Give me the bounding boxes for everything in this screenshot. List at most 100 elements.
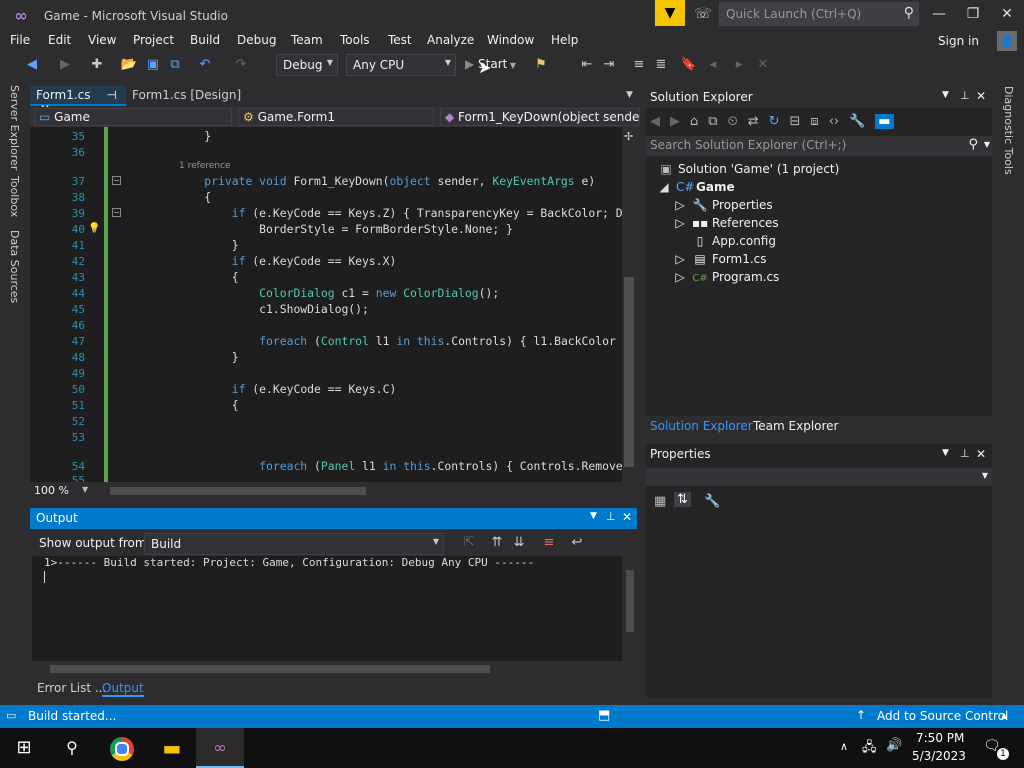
volume-icon[interactable]: 🔊 — [886, 738, 902, 753]
chevron-down-icon[interactable]: ▼ — [984, 140, 990, 149]
open-file-icon[interactable]: 📂 — [120, 56, 138, 74]
pin-icon[interactable]: ⊥ — [960, 89, 970, 102]
refresh-icon[interactable]: ↻ — [769, 114, 780, 129]
save-icon[interactable]: ▣ — [144, 56, 162, 74]
toolbox-tab[interactable]: Toolbox — [8, 176, 21, 217]
menu-view[interactable]: View — [88, 33, 116, 47]
tab-overflow-icon[interactable]: ▼ — [626, 90, 633, 100]
alphabetical-icon[interactable]: ⇅ — [674, 492, 691, 507]
pin-icon[interactable]: ⊥ — [960, 447, 970, 460]
forward-icon[interactable]: ▶ — [670, 114, 680, 129]
next-message-icon[interactable]: ⇊ — [510, 534, 528, 552]
tab-solution-explorer[interactable]: Solution Explorer — [650, 419, 753, 433]
output-horizontal-scrollbar[interactable] — [34, 663, 620, 675]
network-icon[interactable]: 🖧 — [862, 738, 877, 760]
quick-launch-input[interactable]: Quick Launch (Ctrl+Q) ⚲ — [719, 2, 919, 26]
menu-build[interactable]: Build — [190, 33, 220, 47]
output-source-select[interactable]: Build ▼ — [144, 533, 444, 555]
lightbulb-icon[interactable]: 💡 — [88, 223, 100, 234]
tree-item-properties[interactable]: ▷ 🔧 Properties — [672, 198, 772, 212]
zoom-level[interactable]: 100 % — [34, 484, 69, 497]
clear-all-icon[interactable]: ≡ — [540, 534, 558, 552]
new-project-icon[interactable]: ✚ — [88, 56, 106, 74]
properties-wrench-icon[interactable]: 🔧 — [849, 114, 865, 129]
tree-item-solution[interactable]: ▣ Solution 'Game' (1 project) — [658, 162, 839, 176]
scroll-thumb[interactable] — [50, 665, 490, 673]
tab-form1-design[interactable]: Form1.cs [Design] — [126, 86, 266, 106]
tab-team-explorer[interactable]: Team Explorer — [753, 419, 839, 433]
step-into-icon[interactable]: ⇤ — [578, 56, 596, 74]
properties-object-select[interactable]: ▼ — [646, 468, 992, 486]
menu-debug[interactable]: Debug — [237, 33, 276, 47]
next-bookmark-icon[interactable]: ▸ — [730, 56, 748, 74]
add-to-source-control-button[interactable]: Add to Source Control — [877, 709, 1008, 723]
solution-configuration-select[interactable]: Debug ▼ — [276, 54, 338, 76]
view-code-icon[interactable]: ‹› — [829, 114, 839, 129]
collapsed-arrow-icon[interactable]: ▷ — [672, 270, 688, 284]
window-position-icon[interactable]: ▼ — [942, 448, 949, 458]
close-icon[interactable]: ✕ — [976, 89, 986, 103]
menu-help[interactable]: Help — [551, 33, 578, 47]
sign-in-link[interactable]: Sign in — [938, 34, 979, 48]
chevron-up-icon[interactable]: ∧ — [840, 740, 848, 753]
prev-bookmark-icon[interactable]: ◂ — [704, 56, 722, 74]
menu-team[interactable]: Team — [291, 33, 323, 47]
notification-tray-icon[interactable]: ⬒ — [598, 708, 610, 723]
close-icon[interactable]: ✕ — [622, 510, 632, 524]
visual-studio-taskbar-icon[interactable]: ∞ — [196, 728, 244, 768]
tab-error-list[interactable]: Error List ... — [37, 681, 106, 695]
window-position-icon[interactable]: ▼ — [590, 511, 597, 521]
close-button[interactable]: ✕ — [990, 0, 1024, 28]
menu-test[interactable]: Test — [388, 33, 412, 47]
output-text-area[interactable]: 1>------ Build started: Project: Game, C… — [32, 556, 622, 661]
tree-item-references[interactable]: ▷ ▪▪ References — [672, 216, 778, 230]
navigate-forward-icon[interactable]: ▶ — [56, 56, 74, 74]
uncomment-icon[interactable]: ≣ — [652, 56, 670, 74]
home-icon[interactable]: ⌂ — [690, 114, 698, 129]
clock-time[interactable]: 7:50 PM — [916, 731, 964, 745]
file-explorer-icon[interactable]: ▬ — [148, 728, 196, 768]
expanded-arrow-icon[interactable]: ◢ — [656, 180, 672, 194]
preview-selected-icon[interactable]: ▬ — [875, 113, 894, 129]
show-all-files-icon[interactable]: ⧈ — [810, 114, 818, 129]
pending-changes-icon[interactable]: ⏲ — [728, 114, 738, 129]
collapsed-arrow-icon[interactable]: ▷ — [672, 198, 688, 212]
navigate-back-icon[interactable]: ◀ — [23, 56, 41, 74]
menu-tools[interactable]: Tools — [340, 33, 370, 47]
tree-item-program-cs[interactable]: ▷ C# Program.cs — [672, 270, 779, 284]
categorized-icon[interactable]: ▦ — [654, 494, 666, 509]
member-dropdown[interactable]: ◆ Form1_KeyDown(object sender — [440, 108, 640, 126]
project-dropdown[interactable]: ▭ Game — [34, 108, 232, 126]
property-pages-icon[interactable]: 🔧 — [704, 494, 720, 509]
sync-icon[interactable]: ⇄ — [748, 114, 759, 129]
collapsed-arrow-icon[interactable]: ▷ — [672, 252, 688, 266]
browser-link-icon[interactable]: ⚑ — [532, 56, 550, 74]
collapse-all-icon[interactable]: ⊟ — [790, 114, 801, 129]
account-avatar-icon[interactable]: 👤 — [997, 31, 1017, 51]
pin-icon[interactable]: ⊥ — [606, 510, 616, 523]
previous-message-icon[interactable]: ⇈ — [488, 534, 506, 552]
diagnostic-tools-tab[interactable]: Diagnostic Tools — [1002, 86, 1015, 175]
output-vertical-scrollbar[interactable] — [624, 556, 636, 661]
tab-output[interactable]: Output — [102, 681, 144, 697]
horizontal-scroll-thumb[interactable] — [110, 487, 366, 495]
scroll-thumb[interactable] — [626, 570, 634, 632]
codelens-references[interactable]: 1 reference — [179, 161, 231, 171]
maximize-button[interactable]: ❐ — [956, 0, 990, 28]
class-dropdown[interactable]: ⚙ Game.Form1 — [238, 108, 434, 126]
search-icon[interactable]: ⚲ — [48, 728, 96, 768]
filter-icon[interactable]: ▼ — [655, 0, 685, 26]
chevron-down-icon[interactable]: ▼ — [82, 485, 88, 494]
windows-start-icon[interactable]: ⊞ — [0, 728, 48, 768]
chevron-up-icon[interactable]: ▲ — [1001, 711, 1007, 720]
bookmark-icon[interactable]: 🔖 — [680, 56, 698, 74]
step-over-icon[interactable]: ⇥ — [600, 56, 618, 74]
tree-item-form1-cs[interactable]: ▷ ▤ Form1.cs — [672, 252, 766, 266]
pin-icon[interactable]: ⊣ — [106, 88, 116, 102]
split-icon[interactable]: ✢ — [624, 130, 633, 143]
switch-views-icon[interactable]: ⧉ — [708, 114, 717, 129]
menu-analyze[interactable]: Analyze — [427, 33, 474, 47]
menu-window[interactable]: Window — [487, 33, 534, 47]
comment-icon[interactable]: ≡ — [630, 56, 648, 74]
editor-vertical-scrollbar[interactable] — [622, 127, 636, 482]
